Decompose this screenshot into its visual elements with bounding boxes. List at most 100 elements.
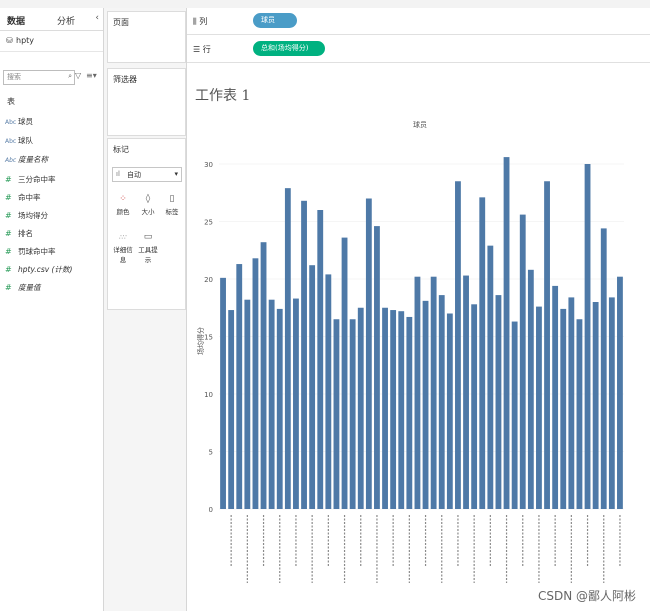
bar[interactable] bbox=[471, 304, 478, 509]
field-item[interactable]: # hpty.csv (计数) bbox=[5, 264, 72, 275]
search-input[interactable]: 搜索 ⌕ bbox=[3, 70, 75, 85]
bar[interactable] bbox=[511, 321, 518, 509]
data-pane: 数据 分析 ‹ ⛁ hpty 搜索 ⌕ ▽ ≡▾ 表 Abc 球员 Abc 球队 A… bbox=[0, 8, 104, 611]
bar[interactable] bbox=[220, 277, 226, 509]
tab-analysis[interactable]: 分析 bbox=[57, 14, 75, 27]
bar[interactable] bbox=[390, 310, 397, 509]
data-pane-tabs: 数据 分析 ‹ bbox=[0, 8, 103, 31]
detail-button[interactable]: ∴∵ 详细信息 bbox=[112, 231, 134, 264]
marks-card: 标记 ıl 自动 ▾ ⁘ 颜色 ◊ 大小 ▯ 标签 ∴∵ 详细信息 ▭ 工具提示 bbox=[107, 138, 186, 310]
bar[interactable] bbox=[527, 269, 534, 509]
bar[interactable] bbox=[584, 164, 591, 509]
field-item[interactable]: # 排名 bbox=[5, 228, 33, 239]
bar[interactable] bbox=[544, 181, 550, 509]
bar[interactable] bbox=[357, 307, 364, 509]
color-button[interactable]: ⁘ 颜色 bbox=[112, 193, 134, 219]
bar[interactable] bbox=[487, 245, 494, 509]
label-button[interactable]: ▯ 标签 bbox=[161, 193, 183, 219]
bar[interactable] bbox=[495, 295, 502, 509]
rows-icon: ☰ bbox=[193, 45, 203, 54]
bar[interactable] bbox=[608, 297, 615, 509]
bar[interactable] bbox=[536, 306, 542, 509]
bar[interactable] bbox=[252, 258, 259, 509]
filter-icon[interactable]: ▽ bbox=[75, 71, 81, 80]
bar[interactable] bbox=[317, 210, 324, 509]
y-tick-label: 30 bbox=[204, 161, 213, 169]
bar[interactable] bbox=[309, 265, 316, 509]
bar[interactable] bbox=[398, 311, 405, 509]
bar[interactable] bbox=[503, 157, 510, 509]
field-item[interactable]: # 命中率 bbox=[5, 192, 41, 203]
bar[interactable] bbox=[430, 276, 437, 509]
bar[interactable] bbox=[365, 198, 372, 510]
bar[interactable] bbox=[293, 298, 299, 509]
bar[interactable] bbox=[446, 313, 453, 510]
bar[interactable] bbox=[406, 316, 413, 509]
marks-card-title: 标记 bbox=[113, 145, 129, 154]
bar[interactable] bbox=[284, 188, 291, 509]
bar[interactable] bbox=[276, 308, 283, 509]
bar[interactable] bbox=[414, 276, 421, 509]
pages-card[interactable]: 页面 bbox=[107, 11, 186, 63]
search-icon: ⌕ bbox=[68, 72, 72, 80]
collapse-icon[interactable]: ‹ bbox=[95, 13, 99, 23]
bar[interactable] bbox=[438, 295, 445, 509]
field-item[interactable]: Abc 球员 bbox=[5, 116, 33, 127]
rows-shelf[interactable]: ☰ 行 总和(场均得分) bbox=[187, 36, 650, 63]
bar[interactable] bbox=[568, 297, 575, 509]
string-type-icon: Abc bbox=[5, 119, 17, 126]
field-item[interactable]: Abc 度量名称 bbox=[5, 154, 48, 165]
columns-pill[interactable]: 球员 bbox=[253, 13, 297, 28]
bar[interactable] bbox=[422, 300, 429, 509]
bar[interactable] bbox=[333, 319, 340, 509]
columns-shelf[interactable]: ⫼ 列 球员 bbox=[187, 8, 650, 35]
number-type-icon: # bbox=[5, 211, 12, 220]
bar[interactable] bbox=[374, 226, 380, 509]
bar[interactable] bbox=[236, 264, 243, 509]
field-item[interactable]: # 度量值 bbox=[5, 282, 41, 293]
x-axis-header: 球员 bbox=[413, 120, 427, 129]
bar[interactable] bbox=[349, 319, 356, 509]
bar[interactable] bbox=[301, 200, 307, 510]
rows-pill[interactable]: 总和(场均得分) bbox=[253, 41, 325, 56]
tooltip-icon: ▭ bbox=[143, 232, 153, 242]
bar[interactable] bbox=[325, 274, 332, 509]
bar[interactable] bbox=[268, 299, 275, 509]
view-menu-icon[interactable]: ≡▾ bbox=[86, 71, 97, 80]
detail-icon: ∴∵ bbox=[119, 234, 127, 241]
field-item[interactable]: # 场均得分 bbox=[5, 210, 48, 221]
number-type-icon: # bbox=[5, 283, 12, 292]
bar[interactable] bbox=[600, 228, 607, 509]
bar[interactable] bbox=[382, 307, 388, 509]
size-button[interactable]: ◊ 大小 bbox=[137, 193, 159, 219]
bar[interactable] bbox=[519, 214, 526, 509]
field-item[interactable]: # 三分命中率 bbox=[5, 174, 56, 185]
bar-chart: 球员 0 5 10 15 20 25 30 场均得分 bbox=[196, 120, 624, 583]
worksheet-area: ⫼ 列 球员 ☰ 行 总和(场均得分) 工作表 1 球员 0 5 10 15 20 25 3… bbox=[187, 8, 650, 611]
tooltip-button[interactable]: ▭ 工具提示 bbox=[137, 231, 159, 264]
mark-type-select[interactable]: ıl 自动 ▾ bbox=[112, 167, 182, 182]
bar[interactable] bbox=[576, 319, 583, 509]
bar[interactable] bbox=[463, 275, 469, 509]
y-tick-label: 5 bbox=[209, 449, 213, 457]
bar[interactable] bbox=[244, 299, 251, 509]
bar[interactable] bbox=[228, 310, 235, 509]
data-source-label: hpty bbox=[16, 36, 35, 45]
bar[interactable] bbox=[552, 285, 559, 509]
filters-card[interactable]: 筛选器 bbox=[107, 68, 186, 136]
bar[interactable] bbox=[260, 242, 267, 509]
field-item[interactable]: # 罚球命中率 bbox=[5, 246, 56, 257]
bar[interactable] bbox=[341, 237, 348, 509]
number-type-icon: # bbox=[5, 229, 12, 238]
field-item[interactable]: Abc 球队 bbox=[5, 135, 33, 146]
y-tick-label: 15 bbox=[204, 334, 213, 342]
bar[interactable] bbox=[455, 181, 461, 509]
tab-data[interactable]: 数据 bbox=[7, 14, 25, 27]
bar[interactable] bbox=[617, 276, 623, 509]
bar[interactable] bbox=[592, 302, 599, 509]
bar[interactable] bbox=[479, 197, 486, 509]
data-source[interactable]: ⛁ hpty bbox=[0, 31, 103, 52]
bar[interactable] bbox=[560, 308, 567, 509]
string-type-icon: Abc bbox=[5, 157, 17, 164]
rows-shelf-label: ☰ 行 bbox=[193, 45, 211, 54]
